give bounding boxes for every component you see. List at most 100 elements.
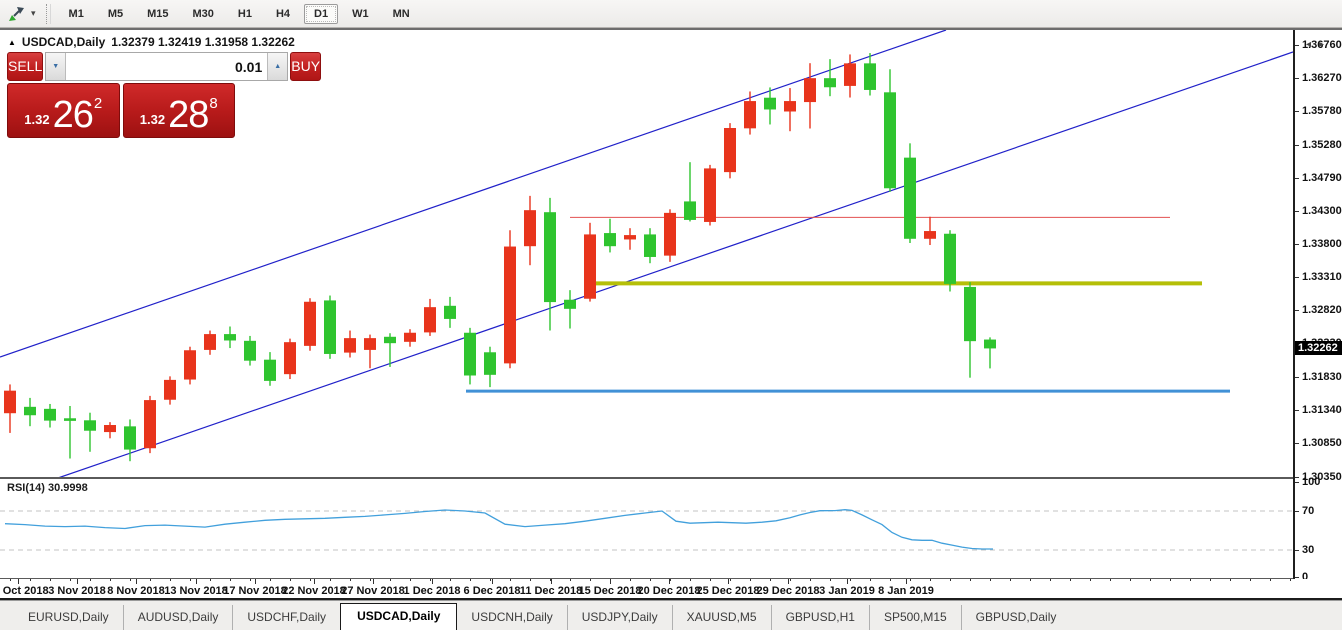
volume-spinner: ▼ ▲ <box>45 52 288 81</box>
time-tick-major <box>255 579 256 584</box>
timeframe-button-H1[interactable]: H1 <box>228 4 262 24</box>
price-axis-label: 1.34790 <box>1295 172 1342 184</box>
time-tick-major <box>847 579 848 584</box>
rsi-axis-label: 30 <box>1295 544 1314 556</box>
time-tick <box>590 579 591 581</box>
timeframe-button-M30[interactable]: M30 <box>183 4 224 24</box>
time-tick <box>430 579 431 581</box>
time-tick <box>1230 579 1231 581</box>
timeframe-button-H4[interactable]: H4 <box>266 4 300 24</box>
chart-tab-EURUSD-Daily[interactable]: EURUSD,Daily <box>14 605 123 630</box>
time-tick <box>270 579 271 581</box>
price-axis-label: 1.35780 <box>1295 105 1342 117</box>
time-tick <box>350 579 351 581</box>
time-tick <box>490 579 491 581</box>
time-tick <box>190 579 191 581</box>
time-tick <box>630 579 631 581</box>
sell-price-panel[interactable]: 1.32 26 2 <box>7 83 120 138</box>
time-tick <box>530 579 531 581</box>
time-tick-major <box>551 579 552 584</box>
time-tick <box>170 579 171 581</box>
time-tick-major <box>196 579 197 584</box>
chart-window: ▲ USDCAD,Daily 1.32379 1.32419 1.31958 1… <box>0 30 1342 630</box>
timeframe-button-M15[interactable]: M15 <box>137 4 178 24</box>
sell-button[interactable]: SELL <box>7 52 43 81</box>
date-label: 3 Nov 2018 <box>48 585 105 597</box>
time-tick <box>830 579 831 581</box>
time-tick <box>1070 579 1071 581</box>
timeframe-button-M1[interactable]: M1 <box>59 4 94 24</box>
time-tick <box>710 579 711 581</box>
chart-arrows-icon-button[interactable] <box>0 2 29 26</box>
date-label: 8 Nov 2018 <box>107 585 164 597</box>
timeframe-button-M5[interactable]: M5 <box>98 4 133 24</box>
sell-price-pip: 2 <box>94 95 102 112</box>
chart-tab-bar: EURUSD,DailyAUDUSD,DailyUSDCHF,DailyUSDC… <box>0 600 1342 630</box>
price-axis-label: 1.36270 <box>1295 72 1342 84</box>
volume-input[interactable] <box>66 53 267 80</box>
timeframe-buttons: M1M5M15M30H1H4D1W1MN <box>57 4 422 24</box>
buy-price-panel[interactable]: 1.32 28 8 <box>123 83 236 138</box>
time-tick-major <box>18 579 19 584</box>
chart-tab-USDCNH-Daily[interactable]: USDCNH,Daily <box>457 605 566 630</box>
chart-tab-USDJPY-Daily[interactable]: USDJPY,Daily <box>567 605 672 630</box>
time-tick <box>50 579 51 581</box>
time-tick <box>470 579 471 581</box>
rsi-axis-label: 70 <box>1295 505 1314 517</box>
time-tick-major <box>136 579 137 584</box>
chart-tab-SP500-M15[interactable]: SP500,M15 <box>869 605 961 630</box>
date-label: 22 Nov 2018 <box>282 585 346 597</box>
time-tick <box>1170 579 1171 581</box>
timeframe-button-W1[interactable]: W1 <box>342 4 379 24</box>
date-label: 27 Nov 2018 <box>341 585 405 597</box>
time-tick <box>330 579 331 581</box>
volume-increase-button[interactable]: ▲ <box>267 53 287 80</box>
time-tick <box>130 579 131 581</box>
tab-scroll-right-icon[interactable]: ▸ <box>1319 39 1332 50</box>
sell-price-big: 26 <box>53 98 93 132</box>
time-tick <box>1030 579 1031 581</box>
buy-price-prefix: 1.32 <box>140 112 165 127</box>
time-tick <box>370 579 371 581</box>
date-label: 8 Jan 2019 <box>878 585 934 597</box>
chart-symbol-label: USDCAD,Daily <box>22 35 105 49</box>
time-tick <box>150 579 151 581</box>
chevron-down-icon[interactable]: ▾ <box>29 8 42 19</box>
time-tick <box>950 579 951 581</box>
toolbar-separator <box>46 4 51 24</box>
chart-tab-GBPUSD-H1[interactable]: GBPUSD,H1 <box>771 605 869 630</box>
date-label: 11 Dec 2018 <box>520 585 582 597</box>
chart-title: ▲ USDCAD,Daily 1.32379 1.32419 1.31958 1… <box>8 35 295 49</box>
time-tick <box>910 579 911 581</box>
buy-button[interactable]: BUY <box>290 52 321 81</box>
buy-price-big: 28 <box>168 98 208 132</box>
time-tick <box>750 579 751 581</box>
time-tick <box>70 579 71 581</box>
time-axis[interactable]: 30 Oct 20183 Nov 20188 Nov 201813 Nov 20… <box>0 579 1342 600</box>
rsi-label: RSI(14) 30.9998 <box>7 482 88 494</box>
mt4-window: ▾ M1M5M15M30H1H4D1W1MN ▲ USDCAD,Daily 1.… <box>0 0 1342 630</box>
time-tick <box>690 579 691 581</box>
volume-decrease-button[interactable]: ▼ <box>46 53 66 80</box>
timeframe-button-MN[interactable]: MN <box>383 4 420 24</box>
chart-tab-XAUUSD-M5[interactable]: XAUUSD,M5 <box>672 605 771 630</box>
rsi-indicator-canvas[interactable] <box>0 479 1293 578</box>
time-tick <box>730 579 731 581</box>
time-tick <box>110 579 111 581</box>
chart-tab-AUDUSD-Daily[interactable]: AUDUSD,Daily <box>123 605 233 630</box>
time-tick <box>1110 579 1111 581</box>
price-axis-label: 1.34300 <box>1295 205 1342 217</box>
chart-tab-USDCAD-Daily[interactable]: USDCAD,Daily <box>340 603 457 630</box>
timeframe-button-D1[interactable]: D1 <box>304 4 338 24</box>
date-label: 1 Dec 2018 <box>404 585 461 597</box>
chart-tab-GBPUSD-Daily[interactable]: GBPUSD,Daily <box>961 605 1071 630</box>
tab-scroll-left-icon[interactable]: ◂ <box>1306 39 1319 50</box>
chart-tab-USDCHF-Daily[interactable]: USDCHF,Daily <box>232 605 340 630</box>
time-tick <box>230 579 231 581</box>
time-tick <box>790 579 791 581</box>
collapse-triangle-icon[interactable]: ▲ <box>8 38 16 47</box>
time-tick <box>1190 579 1191 581</box>
time-tick <box>1010 579 1011 581</box>
price-axis[interactable]: 1.367601.362701.357801.352801.347901.343… <box>1293 30 1342 598</box>
time-tick <box>570 579 571 581</box>
